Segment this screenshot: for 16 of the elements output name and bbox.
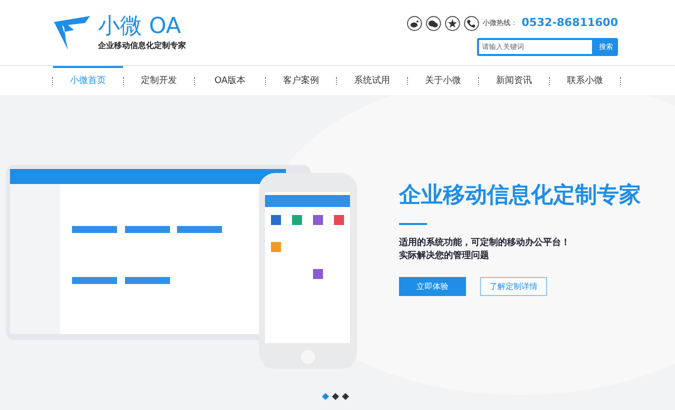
hero-subtitle: 适用的系统功能，可定制的移动办公平台！ [399, 237, 571, 250]
nav-link[interactable]: 关于小微 [408, 66, 478, 96]
logo-text: 小微 OA [98, 14, 182, 40]
nav-link[interactable]: 新闻资讯 [479, 66, 549, 96]
hero-title: 企业移动信息化定制专家 [399, 182, 641, 210]
logo-icon [52, 14, 92, 52]
nav-link[interactable]: 定制开发 [124, 66, 194, 96]
hotline-number: 0532-86811600 [522, 15, 618, 32]
nav-link[interactable]: 客户案例 [266, 66, 336, 96]
nav-link[interactable]: OA版本 [195, 66, 265, 96]
star-icon[interactable] [444, 16, 460, 31]
nav-link[interactable]: 联系小微 [550, 66, 620, 96]
nav-link[interactable]: 系统试用 [337, 66, 407, 96]
phone-icon[interactable] [464, 16, 479, 31]
tagline: 企业移动信息化定制专家 [98, 40, 186, 52]
hero-subtitle: 实际解决您的管理问题 [399, 250, 490, 263]
